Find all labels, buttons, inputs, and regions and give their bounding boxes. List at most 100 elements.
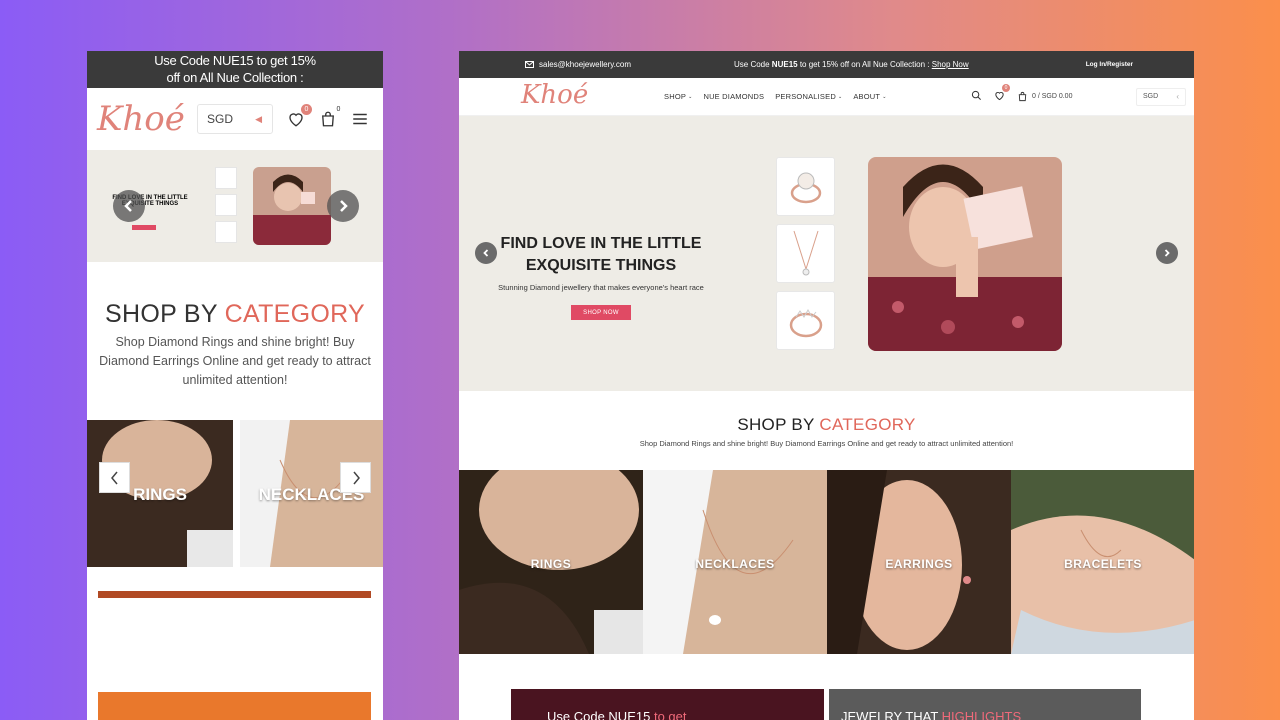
desktop-navbar: Khoé SHOP ⌄ NUE DIAMONDS PERSONALISED ⌄ AB… xyxy=(459,78,1194,116)
mobile-category-section: SHOP BY CATEGORY Shop Diamond Rings and … xyxy=(87,262,383,390)
mobile-hero-model-image xyxy=(253,167,331,245)
mobile-hero-slider: FIND LOVE IN THE LITTLE EXQUISITE THINGS xyxy=(87,150,383,262)
chevron-down-icon: ◀ xyxy=(255,113,262,124)
menu-item-shop[interactable]: SHOP ⌄ xyxy=(664,92,692,101)
menu-item-personalised[interactable]: PERSONALISED ⌄ xyxy=(775,92,842,101)
contact-email-text: sales@khoejewellery.com xyxy=(539,60,632,69)
mobile-category-title-b: CATEGORY xyxy=(224,300,365,328)
mobile-ring-thumbnail xyxy=(215,167,237,189)
banner1-text-a: Use Code NUE15 xyxy=(547,709,654,720)
mobile-promo-bar: Use Code NUE15 to get 15% off on All Nue… xyxy=(87,51,383,88)
mobile-band-thumbnail xyxy=(215,221,237,243)
shop-now-button[interactable]: SHOP NOW xyxy=(571,305,631,320)
promo-code: NUE15 xyxy=(771,60,798,69)
desktop-hero-subtitle: Stunning Diamond jewellery that makes ev… xyxy=(498,283,704,292)
category-tile-bracelets[interactable]: BRACELETS xyxy=(1011,470,1194,654)
chevron-right-icon xyxy=(352,471,360,484)
category-tile-necklaces[interactable]: NECKLACES xyxy=(643,470,827,654)
promo-text-b: to get 15% off on All Nue Collection : xyxy=(797,60,932,69)
menu-item-personalised-label: PERSONALISED xyxy=(775,92,836,101)
desktop-promo-text: Use Code NUE15 to get 15% off on All Nue… xyxy=(734,60,969,69)
mobile-hero-next-button[interactable] xyxy=(327,190,359,222)
mobile-promo-line1: Use Code NUE15 to get 15% xyxy=(154,53,316,68)
necklace-icon xyxy=(793,230,818,275)
mobile-category-prev-button[interactable] xyxy=(99,462,130,493)
banner2-text-a: JEWELRY THAT xyxy=(841,709,942,720)
desktop-logo[interactable]: Khoé xyxy=(521,80,588,110)
mobile-category-carousel: RINGS NECKLACES xyxy=(87,420,383,567)
banner2-text-b: HIGHLIGHTS xyxy=(941,709,1022,720)
ring-icon xyxy=(789,308,822,337)
mobile-category-tile-necklaces[interactable]: NECKLACES xyxy=(240,420,383,567)
shopping-bag-icon xyxy=(1018,91,1027,102)
mobile-hero-button[interactable] xyxy=(132,225,156,230)
category-label-rings: RINGS xyxy=(530,557,572,571)
mobile-hero-prev-button[interactable] xyxy=(113,190,145,222)
header-actions: 0 0 / SGD 0.00 xyxy=(971,83,1072,106)
mobile-cart-count: 0 xyxy=(336,106,341,113)
desktop-category-description: Shop Diamond Rings and shine bright! Buy… xyxy=(639,439,1014,448)
desktop-wishlist-button[interactable]: 0 xyxy=(994,83,1010,106)
desktop-category-title: SHOP BY CATEGORY xyxy=(459,415,1194,435)
desktop-category-grid: RINGS NECKLACES EARRINGS BRACELETS xyxy=(459,470,1194,654)
mobile-orange-banner xyxy=(98,692,371,720)
ring-product-thumbnail[interactable] xyxy=(776,157,835,216)
chevron-down-icon: ⌄ xyxy=(837,93,843,100)
category-tile-rings[interactable]: RINGS xyxy=(459,470,643,654)
chevron-left-icon: ‹ xyxy=(1176,92,1179,101)
desktop-currency-value: SGD xyxy=(1143,93,1159,100)
hero-model-image xyxy=(868,157,1062,351)
mobile-category-title: SHOP BY CATEGORY xyxy=(93,300,377,329)
mobile-wishlist-button[interactable]: 0 xyxy=(287,104,312,128)
mobile-category-title-a: SHOP BY xyxy=(105,300,225,328)
category-tile-earrings[interactable]: EARRINGS xyxy=(827,470,1011,654)
menu-item-nue-diamonds-label: NUE DIAMONDS xyxy=(703,92,765,101)
mobile-preview: Use Code NUE15 to get 15% off on All Nue… xyxy=(87,51,383,720)
promo-text-a: Use Code xyxy=(734,60,772,69)
shop-now-link[interactable]: Shop Now xyxy=(932,60,969,69)
desktop-cart-button[interactable]: 0 / SGD 0.00 xyxy=(1017,91,1072,102)
mobile-currency-value: SGD xyxy=(207,112,234,126)
mobile-necklace-thumbnail xyxy=(215,194,237,216)
mobile-wishlist-count: 0 xyxy=(301,104,312,115)
menu-item-nue-diamonds[interactable]: NUE DIAMONDS xyxy=(703,92,764,101)
category-label-earrings: EARRINGS xyxy=(885,557,953,571)
desktop-currency-select[interactable]: SGD ‹ xyxy=(1136,87,1186,106)
mobile-category-tile-rings[interactable]: RINGS xyxy=(87,420,233,567)
category-label-bracelets: BRACELETS xyxy=(1064,557,1142,571)
login-register-link[interactable]: Log In/Register xyxy=(1086,61,1133,68)
ring-icon xyxy=(790,172,821,203)
mobile-banner-strip xyxy=(98,591,371,598)
chevron-right-icon xyxy=(340,200,348,212)
desktop-category-title-b: CATEGORY xyxy=(819,415,916,434)
chevron-down-icon: ⌄ xyxy=(688,93,693,100)
main-menu: SHOP ⌄ NUE DIAMONDS PERSONALISED ⌄ ABOUT ⌄ xyxy=(664,92,887,101)
hero-title-line2: EXQUISITE THINGS xyxy=(525,257,677,274)
desktop-topbar: sales@khoejewellery.com Use Code NUE15 t… xyxy=(459,51,1194,78)
banner1-text-b: to get xyxy=(653,709,687,720)
hero-title-line1: FIND LOVE IN THE LITTLE xyxy=(500,235,702,252)
desktop-category-title-a: SHOP BY xyxy=(737,415,820,434)
mobile-menu-button[interactable] xyxy=(351,110,369,128)
contact-email[interactable]: sales@khoejewellery.com xyxy=(525,60,631,69)
desktop-hero-next-button[interactable] xyxy=(1156,242,1178,264)
mobile-promo-line2: off on All Nue Collection : xyxy=(166,70,304,85)
necklace-product-thumbnail[interactable] xyxy=(776,224,835,283)
desktop-wishlist-count: 0 xyxy=(1002,83,1010,92)
menu-item-about-label: ABOUT xyxy=(853,92,881,101)
promo-banner-nue15[interactable]: Use Code NUE15 to get xyxy=(511,689,824,720)
mobile-cart-button[interactable]: 0 xyxy=(319,106,340,128)
chevron-right-icon xyxy=(1164,249,1170,257)
menu-item-about[interactable]: ABOUT ⌄ xyxy=(853,92,886,101)
mobile-currency-select[interactable]: SGD ◀ xyxy=(197,104,273,134)
chevron-left-icon xyxy=(124,200,132,212)
mobile-category-description: Shop Diamond Rings and shine bright! Buy… xyxy=(99,335,371,387)
promo-banner-highlights[interactable]: JEWELRY THAT HIGHLIGHTS xyxy=(829,689,1141,720)
chevron-down-icon: ⌄ xyxy=(882,93,887,100)
mobile-category-next-button[interactable] xyxy=(340,462,371,493)
band-ring-product-thumbnail[interactable] xyxy=(776,291,835,350)
desktop-hero-title: FIND LOVE IN THE LITTLE EXQUISITE THINGS xyxy=(489,233,713,277)
mobile-logo[interactable]: Khoé xyxy=(97,99,197,139)
search-button[interactable] xyxy=(971,88,982,106)
desktop-hero-slider: FIND LOVE IN THE LITTLE EXQUISITE THINGS… xyxy=(459,116,1194,391)
